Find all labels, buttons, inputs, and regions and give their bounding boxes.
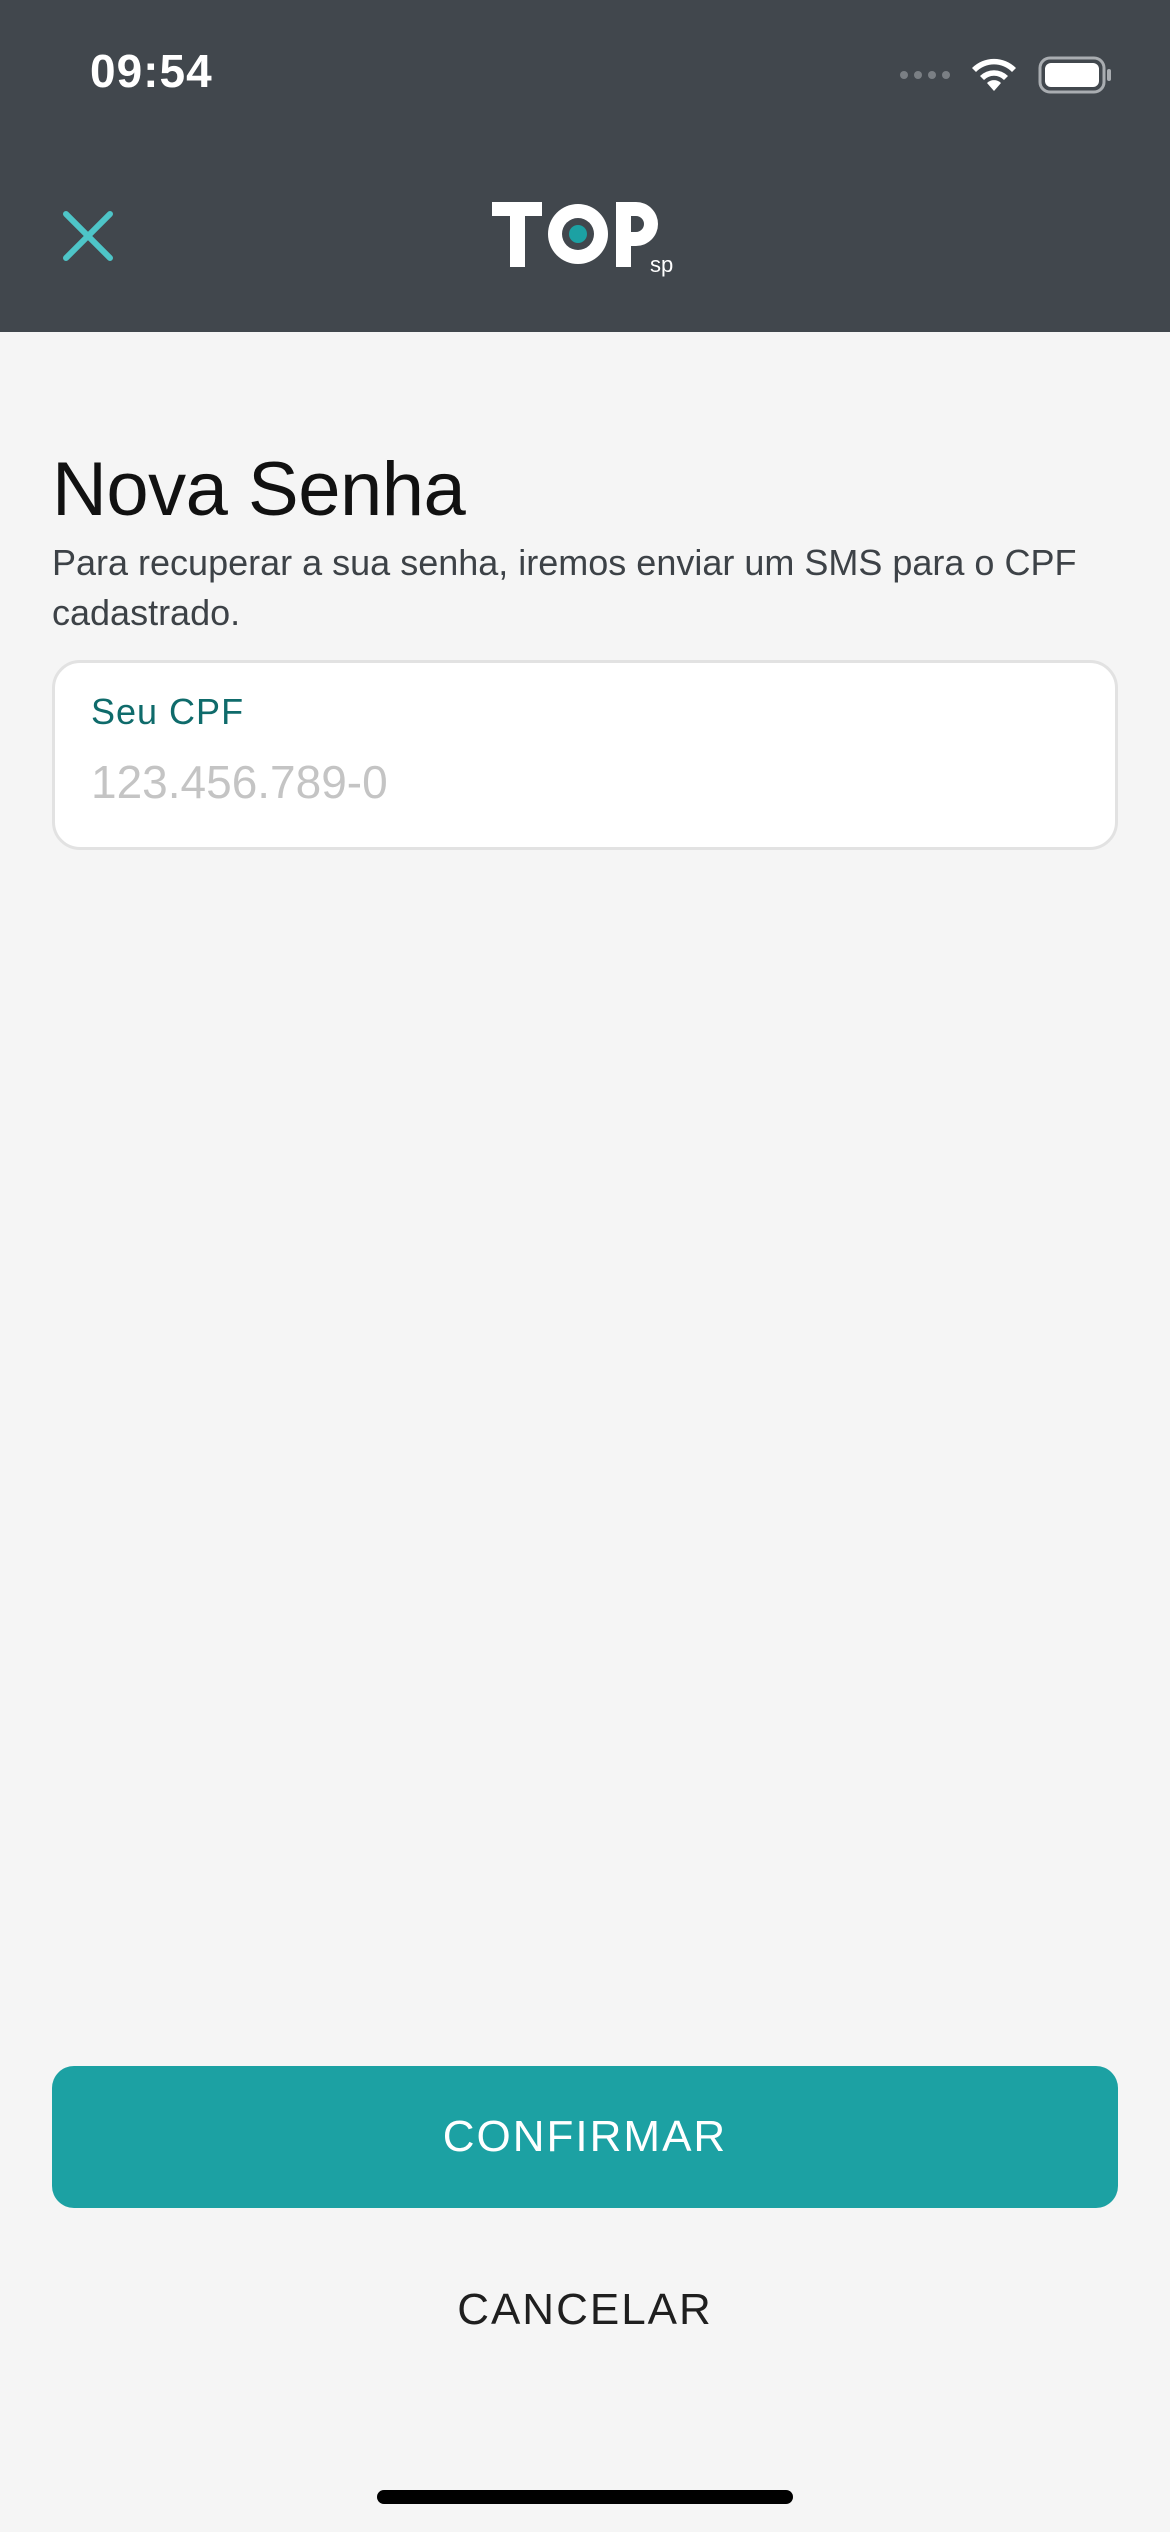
status-icons (900, 52, 1114, 98)
wifi-icon (972, 58, 1016, 91)
page-title: Nova Senha (52, 447, 466, 532)
home-indicator (377, 2490, 793, 2504)
close-icon (63, 211, 113, 261)
cpf-field-label: Seu CPF (91, 691, 245, 732)
status-time: 09:54 (90, 45, 213, 97)
close-button[interactable] (48, 196, 128, 276)
cellular-signal-icon (900, 71, 950, 79)
top-sp-logo: sp (492, 202, 673, 277)
battery-icon (1038, 56, 1111, 94)
confirm-button[interactable]: CONFIRMAR (52, 2066, 1118, 2208)
page-description: Para recuperar a sua senha, iremos envia… (52, 542, 1077, 633)
cancel-button[interactable]: CANCELAR (385, 2270, 785, 2350)
cpf-field[interactable]: Seu CPF (52, 660, 1118, 850)
app-header: 09:54 sp (0, 0, 1170, 332)
password-recovery-screen: 09:54 sp Nova Senha Para recuperar a sua… (0, 0, 1170, 2532)
cpf-input[interactable] (91, 747, 1071, 817)
logo-subtext: sp (650, 252, 673, 277)
